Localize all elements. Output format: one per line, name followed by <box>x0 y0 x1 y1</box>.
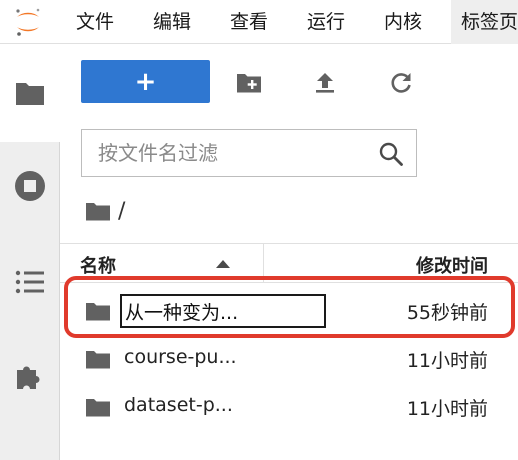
menu-file[interactable]: 文件 <box>76 0 114 44</box>
breadcrumb: / <box>86 196 125 226</box>
menu-edit[interactable]: 编辑 <box>153 0 191 44</box>
menu-bar: 文件 编辑 查看 运行 内核 标签页 <box>0 0 518 44</box>
folder-icon <box>16 83 44 105</box>
left-sidebar <box>0 44 60 460</box>
menu-run[interactable]: 运行 <box>307 0 345 44</box>
list-item[interactable]: course-pu... 11小时前 <box>60 335 518 383</box>
menu-tabs[interactable]: 标签页 <box>451 0 518 44</box>
jupyter-logo-icon[interactable] <box>12 6 44 38</box>
file-modified: 11小时前 <box>406 398 488 420</box>
list-item[interactable]: dataset-p... 11小时前 <box>60 383 518 431</box>
home-folder-icon[interactable] <box>86 201 110 221</box>
column-modified-header[interactable]: 修改时间 <box>416 252 488 278</box>
sidebar-tab-file-browser[interactable] <box>0 44 60 142</box>
sort-ascending-icon[interactable] <box>216 260 230 268</box>
highlight-annotation <box>64 276 515 338</box>
file-name: dataset-p... <box>124 394 233 416</box>
new-launcher-label: + <box>134 66 157 97</box>
jupyterlab-window: 文件 编辑 查看 运行 内核 标签页 + 按文件名过滤 / 名称 修改时间 从一… <box>0 0 518 460</box>
stop-circle-icon[interactable] <box>14 170 46 202</box>
upload-icon[interactable] <box>312 70 338 96</box>
file-name: course-pu... <box>124 346 237 368</box>
folder-icon <box>86 399 110 417</box>
menu-kernel[interactable]: 内核 <box>384 0 422 44</box>
filter-input[interactable] <box>82 130 372 176</box>
column-name-header[interactable]: 名称 <box>80 252 116 278</box>
file-modified: 11小时前 <box>406 350 488 372</box>
folder-icon <box>86 351 110 369</box>
menu-view[interactable]: 查看 <box>230 0 268 44</box>
new-launcher-button[interactable]: + <box>81 60 210 103</box>
new-folder-icon[interactable] <box>236 70 262 96</box>
puzzle-icon[interactable] <box>14 360 46 392</box>
breadcrumb-path[interactable]: / <box>118 199 125 224</box>
search-icon[interactable] <box>378 141 404 167</box>
filter-box <box>81 129 417 177</box>
refresh-icon[interactable] <box>388 70 414 96</box>
list-icon[interactable] <box>14 266 46 298</box>
